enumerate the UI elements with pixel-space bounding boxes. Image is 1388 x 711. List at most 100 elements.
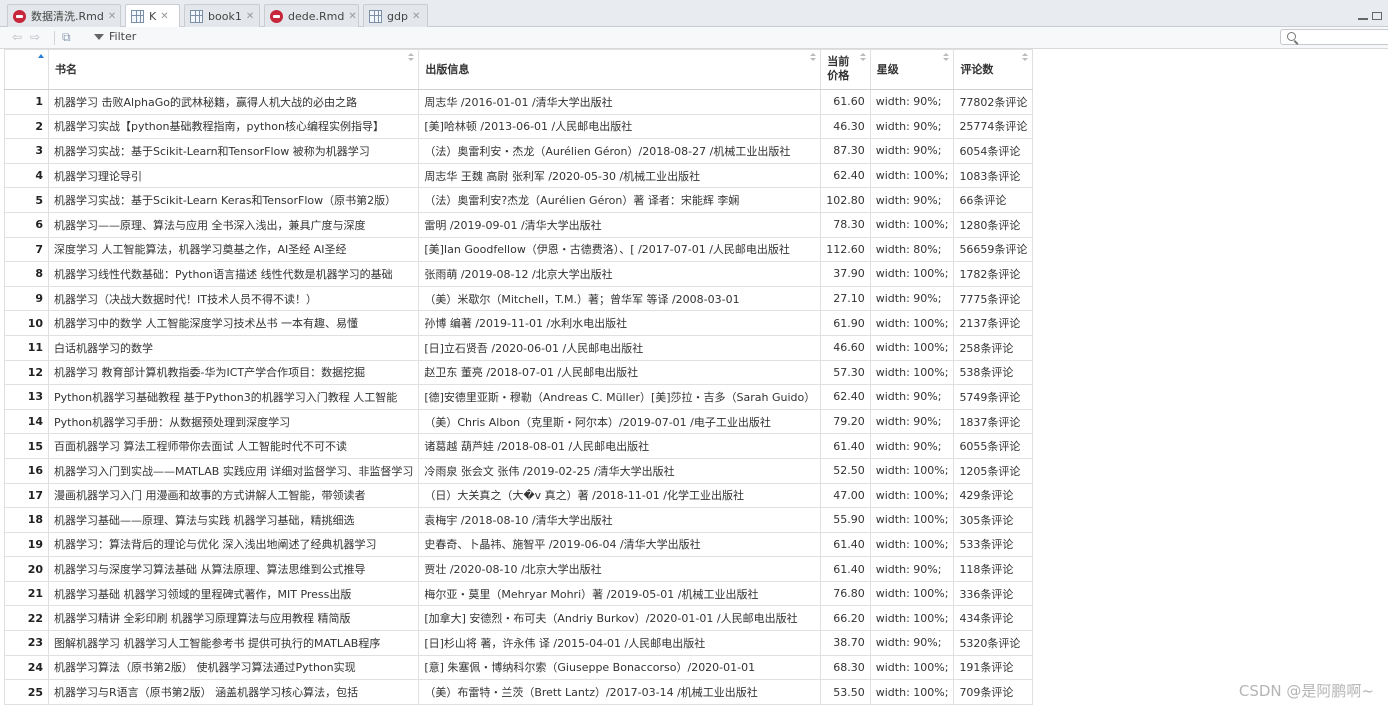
rating-cell[interactable]: width: 100%; [869, 457, 955, 484]
price-cell[interactable]: 61.60 [820, 89, 871, 115]
row-number-cell[interactable]: 24 [4, 654, 49, 681]
reviews-cell[interactable]: 305条评论 [953, 507, 1034, 533]
row-number-cell[interactable]: 11 [4, 334, 49, 361]
reviews-cell[interactable]: 336条评论 [953, 580, 1034, 607]
reviews-cell[interactable]: 118条评论 [953, 556, 1034, 582]
column-header-publisher[interactable]: 出版信息 [418, 49, 822, 90]
title-cell[interactable]: 机器学习精讲 全彩印刷 机器学习原理算法与应用教程 精简版 [47, 605, 420, 632]
publisher-cell[interactable]: 梅尔亚・莫里（Mehryar Mohri）著 /2019-05-01 /机械工业… [418, 580, 822, 607]
table-row[interactable]: 25 机器学习与R语言（原书第2版） 涵盖机器学习核心算法，包括 （美）布雷特・兰茨… [4, 679, 1034, 705]
table-row[interactable]: 4 机器学习理论导引 周志华 王魏 高尉 张利军 /2020-05-30 /机械工业… [4, 162, 1034, 189]
price-cell[interactable]: 78.30 [820, 211, 871, 238]
tab-data-cleaning-rmd[interactable]: 数据清洗.Rmd ✕ [7, 4, 121, 27]
reviews-cell[interactable]: 6055条评论 [953, 433, 1034, 459]
publisher-cell[interactable]: 赵卫东 董亮 /2018-07-01 /人民邮电出版社 [418, 359, 822, 386]
row-number-cell[interactable]: 9 [4, 285, 49, 312]
rating-cell[interactable]: width: 100%; [869, 507, 955, 533]
reviews-cell[interactable]: 191条评论 [953, 654, 1034, 681]
row-number-cell[interactable]: 22 [4, 605, 49, 632]
reviews-cell[interactable]: 429条评论 [953, 482, 1034, 509]
price-cell[interactable]: 37.90 [820, 261, 871, 287]
publisher-cell[interactable]: 诸葛越 葫芦娃 /2018-08-01 /人民邮电出版社 [418, 433, 822, 459]
table-row[interactable]: 24 机器学习算法（原书第2版） 使机器学习算法通过Python实现 [意] 朱塞佩… [4, 654, 1034, 681]
close-icon[interactable]: ✕ [412, 11, 420, 22]
reviews-cell[interactable]: 258条评论 [953, 334, 1034, 361]
publisher-cell[interactable]: 贾壮 /2020-08-10 /北京大学出版社 [418, 556, 822, 582]
reviews-cell[interactable]: 434条评论 [953, 605, 1034, 632]
title-cell[interactable]: 深度学习 人工智能算法，机器学习奠基之作，AI圣经 AI圣经 [47, 236, 420, 263]
minimize-pane-icon[interactable] [1358, 12, 1368, 20]
title-cell[interactable]: 白话机器学习的数学 [47, 334, 420, 361]
title-cell[interactable]: 漫画机器学习入门 用漫画和故事的方式讲解人工智能，带领读者 [47, 482, 420, 509]
row-number-cell[interactable]: 23 [4, 630, 49, 656]
title-cell[interactable]: 机器学习 击败AlphaGo的武林秘籍，赢得人机大战的必由之路 [47, 89, 420, 115]
row-number-cell[interactable]: 12 [4, 359, 49, 386]
tab-gdp[interactable]: gdp ✕ [363, 4, 428, 27]
popout-window-icon[interactable]: ⧉ [62, 31, 71, 44]
table-row[interactable]: 16 机器学习入门到实战——MATLAB 实践应用 详细对监督学习、非监督学习 冷雨… [4, 457, 1034, 484]
publisher-cell[interactable]: 周志华 /2016-01-01 /清华大学出版社 [418, 89, 822, 115]
rating-cell[interactable]: width: 90%; [869, 433, 955, 459]
rating-cell[interactable]: width: 100%; [869, 531, 955, 558]
title-cell[interactable]: 图解机器学习 机器学习人工智能参考书 提供可执行的MATLAB程序 [47, 630, 420, 656]
publisher-cell[interactable]: （日）大关真之（大�v 真之）著 /2018-11-01 /化学工业出版社 [418, 482, 822, 509]
table-row[interactable]: 5 机器学习实战：基于Scikit-Learn Keras和TensorFlow（… [4, 187, 1034, 213]
table-row[interactable]: 8 机器学习线性代数基础：Python语言描述 线性代数是机器学习的基础 张雨萌 /… [4, 261, 1034, 287]
rating-cell[interactable]: width: 100%; [869, 261, 955, 287]
publisher-cell[interactable]: （美）布雷特・兰茨（Brett Lantz）/2017-03-14 /机械工业出… [418, 679, 822, 705]
title-cell[interactable]: 机器学习基础 机器学习领域的里程碑式著作，MIT Press出版 [47, 580, 420, 607]
price-cell[interactable]: 87.30 [820, 138, 871, 164]
rating-cell[interactable]: width: 90%; [869, 384, 955, 410]
row-number-cell[interactable]: 4 [4, 162, 49, 189]
reviews-cell[interactable]: 5320条评论 [953, 630, 1034, 656]
price-cell[interactable]: 61.40 [820, 433, 871, 459]
row-number-cell[interactable]: 20 [4, 556, 49, 582]
rating-cell[interactable]: width: 90%; [869, 556, 955, 582]
rating-cell[interactable]: width: 80%; [869, 236, 955, 263]
rating-cell[interactable]: width: 90%; [869, 408, 955, 435]
rating-cell[interactable]: width: 90%; [869, 285, 955, 312]
table-row[interactable]: 9 机器学习（决战大数据时代！IT技术人员不得不读！） （美）米歇尔（Mitchel… [4, 285, 1034, 312]
reviews-cell[interactable]: 533条评论 [953, 531, 1034, 558]
publisher-cell[interactable]: （法）奥雷利安・杰龙（Aurélien Géron）/2018-08-27 /机… [418, 138, 822, 164]
table-row[interactable]: 2 机器学习实战【python基础教程指南，python核心编程实例指导】 [美]哈… [4, 113, 1034, 140]
rating-cell[interactable]: width: 90%; [869, 138, 955, 164]
price-cell[interactable]: 79.20 [820, 408, 871, 435]
row-number-cell[interactable]: 15 [4, 433, 49, 459]
publisher-cell[interactable]: （美）Chris Albon（克里斯・阿尔本）/2019-07-01 /电子工业… [418, 408, 822, 435]
search-input[interactable] [1280, 29, 1388, 45]
title-cell[interactable]: 机器学习与R语言（原书第2版） 涵盖机器学习核心算法，包括 [47, 679, 420, 705]
rating-cell[interactable]: width: 100%; [869, 654, 955, 681]
table-row[interactable]: 17 漫画机器学习入门 用漫画和故事的方式讲解人工智能，带领读者 （日）大关真之（大… [4, 482, 1034, 509]
reviews-cell[interactable]: 5749条评论 [953, 384, 1034, 410]
reviews-cell[interactable]: 66条评论 [953, 187, 1034, 213]
row-number-cell[interactable]: 16 [4, 457, 49, 484]
price-cell[interactable]: 102.80 [820, 187, 871, 213]
column-header-rating[interactable]: 星级 [869, 49, 955, 90]
price-cell[interactable]: 62.40 [820, 162, 871, 189]
reviews-cell[interactable]: 2137条评论 [953, 310, 1034, 336]
title-cell[interactable]: 机器学习算法（原书第2版） 使机器学习算法通过Python实现 [47, 654, 420, 681]
reviews-cell[interactable]: 56659条评论 [953, 236, 1034, 263]
title-cell[interactable]: Python机器学习手册：从数据预处理到深度学习 [47, 408, 420, 435]
rating-cell[interactable]: width: 90%; [869, 187, 955, 213]
title-cell[interactable]: 机器学习实战：基于Scikit-Learn和TensorFlow 被称为机器学习 [47, 138, 420, 164]
title-cell[interactable]: 机器学习实战【python基础教程指南，python核心编程实例指导】 [47, 113, 420, 140]
title-cell[interactable]: 机器学习：算法背后的理论与优化 深入浅出地阐述了经典机器学习 [47, 531, 420, 558]
maximize-pane-icon[interactable] [1372, 12, 1382, 20]
publisher-cell[interactable]: （法）奥雷利安?杰龙（Aurélien Géron）著 译者：宋能辉 李娴 [418, 187, 822, 213]
row-number-cell[interactable]: 19 [4, 531, 49, 558]
close-icon[interactable]: ✕ [348, 11, 356, 22]
publisher-cell[interactable]: [美]Ian Goodfellow（伊恩・古德费洛）、[ /2017-07-01… [418, 236, 822, 263]
reviews-cell[interactable]: 1280条评论 [953, 211, 1034, 238]
price-cell[interactable]: 52.50 [820, 457, 871, 484]
row-number-cell[interactable]: 6 [4, 211, 49, 238]
price-cell[interactable]: 38.70 [820, 630, 871, 656]
price-cell[interactable]: 61.40 [820, 531, 871, 558]
price-cell[interactable]: 61.40 [820, 556, 871, 582]
reviews-cell[interactable]: 7775条评论 [953, 285, 1034, 312]
rating-cell[interactable]: width: 100%; [869, 334, 955, 361]
row-number-cell[interactable]: 14 [4, 408, 49, 435]
title-cell[interactable]: 机器学习 教育部计算机教指委-华为ICT产学合作项目：数据挖掘 [47, 359, 420, 386]
title-cell[interactable]: 百面机器学习 算法工程师带你去面试 人工智能时代不可不读 [47, 433, 420, 459]
